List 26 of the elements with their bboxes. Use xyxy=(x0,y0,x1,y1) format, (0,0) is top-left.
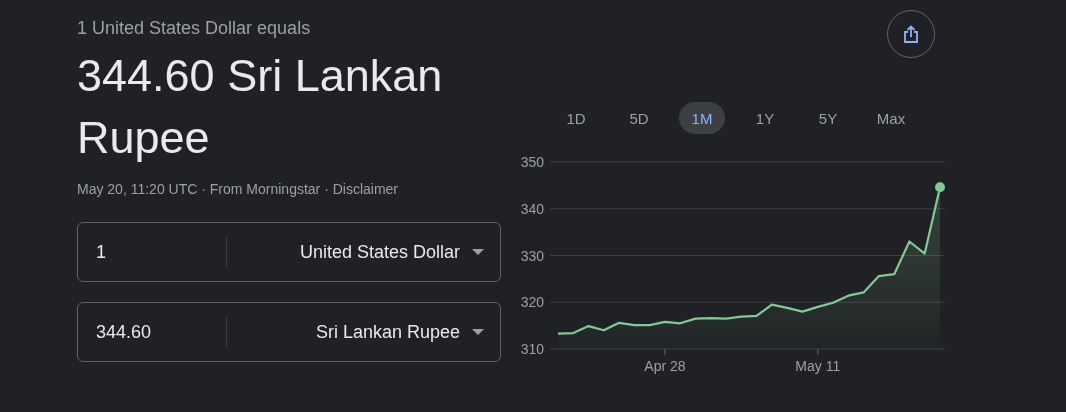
range-tab[interactable]: 5D xyxy=(616,102,662,134)
last-point xyxy=(935,182,945,193)
caret-icon xyxy=(472,329,484,335)
amount-input[interactable]: 1 xyxy=(96,241,226,263)
conversion-result: 344.60 Sri Lankan Rupee xyxy=(77,49,444,165)
currency-selector[interactable]: United States Dollar xyxy=(239,241,460,263)
conversion-caption: 1 United States Dollar equals xyxy=(77,17,312,39)
y-axis-label: 320 xyxy=(520,294,544,311)
source-info: May 20, 11:20 UTC · From Morningstar · Disclaimer xyxy=(77,180,400,198)
caret-icon xyxy=(472,249,484,255)
currency-converter[interactable]: 344.60 Sri Lankan Rupee xyxy=(77,302,501,362)
y-axis-label: 340 xyxy=(520,200,544,217)
range-tab[interactable]: Max xyxy=(868,102,914,134)
y-axis-label: 330 xyxy=(520,247,544,264)
range-tab[interactable]: 1Y xyxy=(742,102,788,134)
currency-converter[interactable]: 1 United States Dollar xyxy=(77,222,501,282)
range-tab[interactable]: 1M xyxy=(679,102,725,134)
y-axis-label: 310 xyxy=(520,341,544,357)
x-axis-label: Apr 28 xyxy=(644,358,686,374)
share-icon xyxy=(903,25,919,43)
x-axis-label: May 11 xyxy=(795,358,841,374)
range-tab[interactable]: 5Y xyxy=(805,102,851,134)
range-tab[interactable]: 1D xyxy=(553,102,599,134)
amount-input[interactable]: 344.60 xyxy=(96,321,226,343)
currency-selector[interactable]: Sri Lankan Rupee xyxy=(239,321,460,343)
y-axis-label: 350 xyxy=(520,154,544,170)
